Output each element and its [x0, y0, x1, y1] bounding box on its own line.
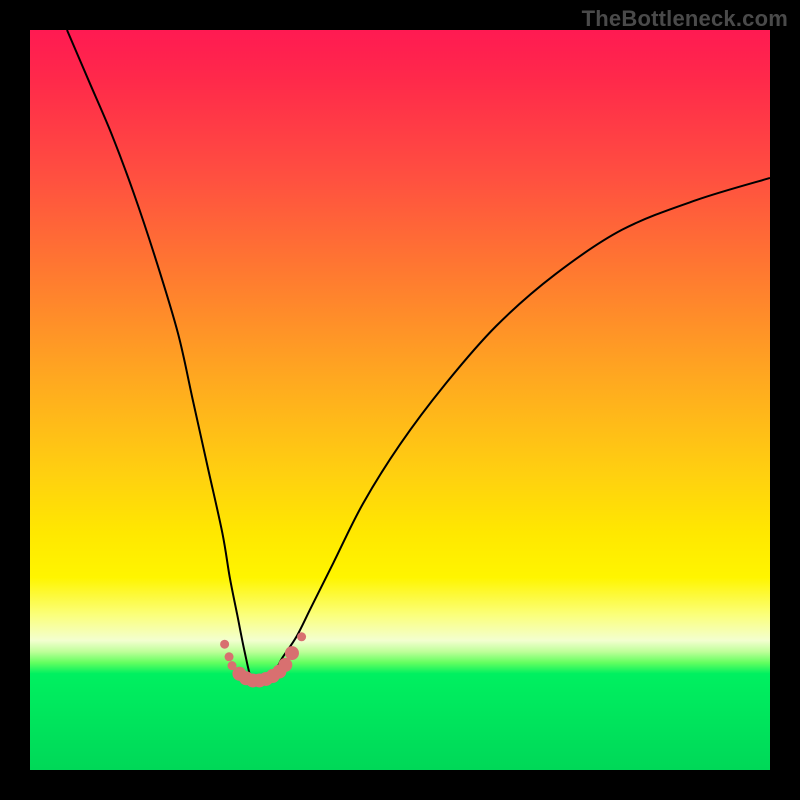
- marker-dot: [285, 646, 299, 660]
- marker-dot: [278, 658, 292, 672]
- bottleneck-curve: [67, 30, 770, 683]
- watermark-text: TheBottleneck.com: [582, 6, 788, 32]
- marker-dot: [220, 640, 229, 649]
- marker-dot: [297, 632, 306, 641]
- plot-area: [30, 30, 770, 770]
- bottleneck-curve-path: [67, 30, 770, 683]
- chart-svg: [30, 30, 770, 770]
- marker-dot: [225, 652, 234, 661]
- chart-frame: TheBottleneck.com: [0, 0, 800, 800]
